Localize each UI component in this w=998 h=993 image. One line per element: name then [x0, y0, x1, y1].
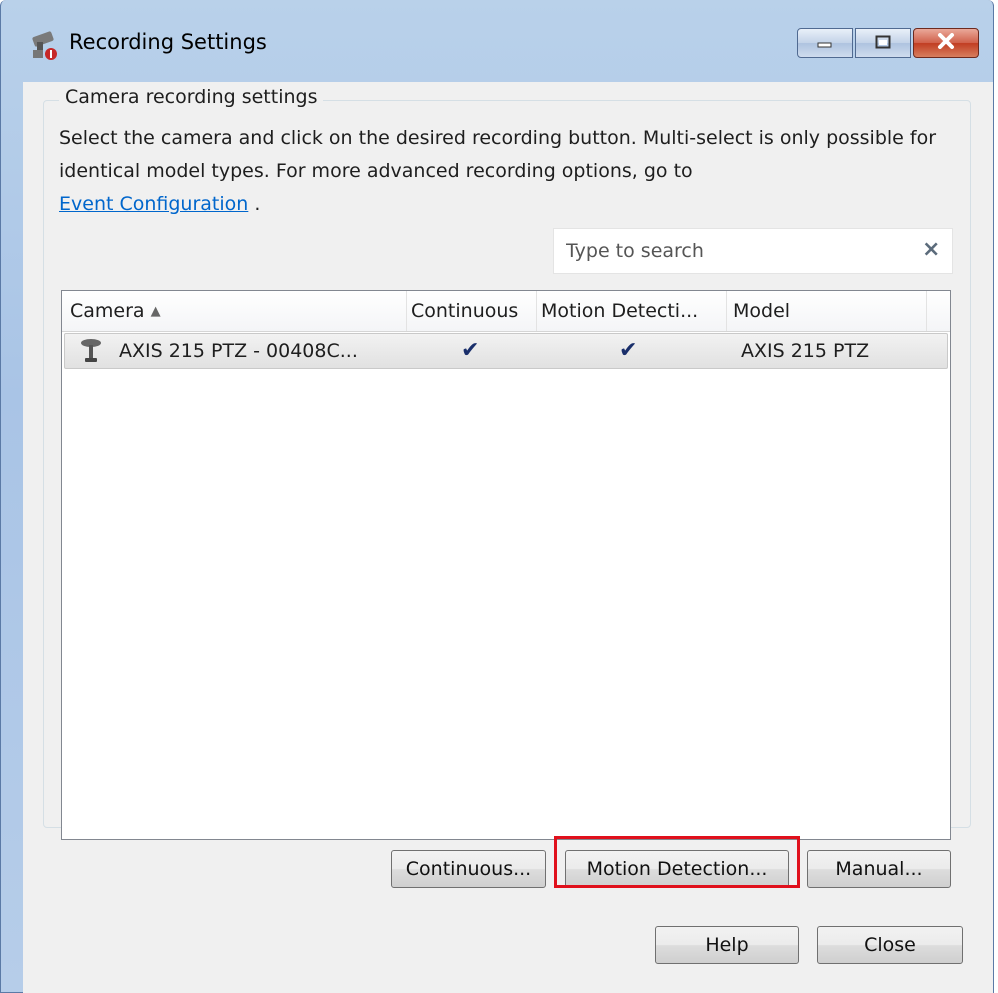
column-header-camera[interactable]: Camera ▲ [62, 291, 407, 331]
ptz-camera-icon [79, 338, 103, 372]
motion-check-icon: ✔ [619, 338, 638, 363]
camera-name-cell: AXIS 215 PTZ - 00408C... [119, 340, 358, 362]
minimize-icon [817, 34, 833, 53]
column-header-model[interactable]: Model [727, 291, 927, 331]
column-header-label: Motion Detecti... [541, 300, 699, 322]
dialog-body: Camera recording settings Select the cam… [23, 82, 993, 993]
sort-ascending-icon: ▲ [150, 303, 161, 319]
grid-header: Camera ▲ Continuous Motion Detecti... Mod… [62, 291, 950, 332]
column-header-label: Camera [70, 300, 145, 322]
close-button[interactable]: Close [817, 926, 963, 964]
search-input[interactable] [554, 229, 914, 273]
model-cell: AXIS 215 PTZ [741, 340, 870, 362]
title-bar[interactable]: Recording Settings [1, 0, 993, 90]
column-header-continuous[interactable]: Continuous [407, 291, 537, 331]
help-button[interactable]: Help [655, 926, 799, 964]
close-window-button[interactable] [913, 28, 979, 58]
table-row[interactable]: AXIS 215 PTZ - 00408C... ✔ ✔ AXIS 215 PT… [64, 333, 948, 369]
instructions-text: Select the camera and click on the desir… [59, 122, 939, 221]
minimize-button[interactable] [797, 28, 853, 58]
maximize-button[interactable] [855, 28, 911, 58]
window-title: Recording Settings [69, 30, 267, 54]
search-box: × [553, 228, 953, 274]
camera-app-icon [29, 30, 59, 62]
continuous-button[interactable]: Continuous... [391, 850, 546, 888]
camera-grid: Camera ▲ Continuous Motion Detecti... Mod… [61, 290, 951, 840]
close-icon [937, 33, 955, 53]
maximize-icon [875, 34, 891, 53]
event-configuration-link[interactable]: Event Configuration [59, 193, 248, 215]
column-header-label: Continuous [411, 300, 519, 322]
recording-settings-window: Recording Settings Camera recording sett… [0, 0, 994, 993]
highlight-box [554, 836, 800, 888]
column-header-motion-detection[interactable]: Motion Detecti... [537, 291, 727, 331]
manual-button[interactable]: Manual... [807, 850, 951, 888]
link-suffix: . [248, 193, 261, 215]
description-text: Select the camera and click on the desir… [59, 127, 937, 182]
column-header-label: Model [733, 300, 791, 322]
clear-search-icon[interactable]: × [922, 237, 940, 262]
continuous-check-icon: ✔ [461, 338, 480, 363]
group-legend: Camera recording settings [59, 86, 324, 108]
